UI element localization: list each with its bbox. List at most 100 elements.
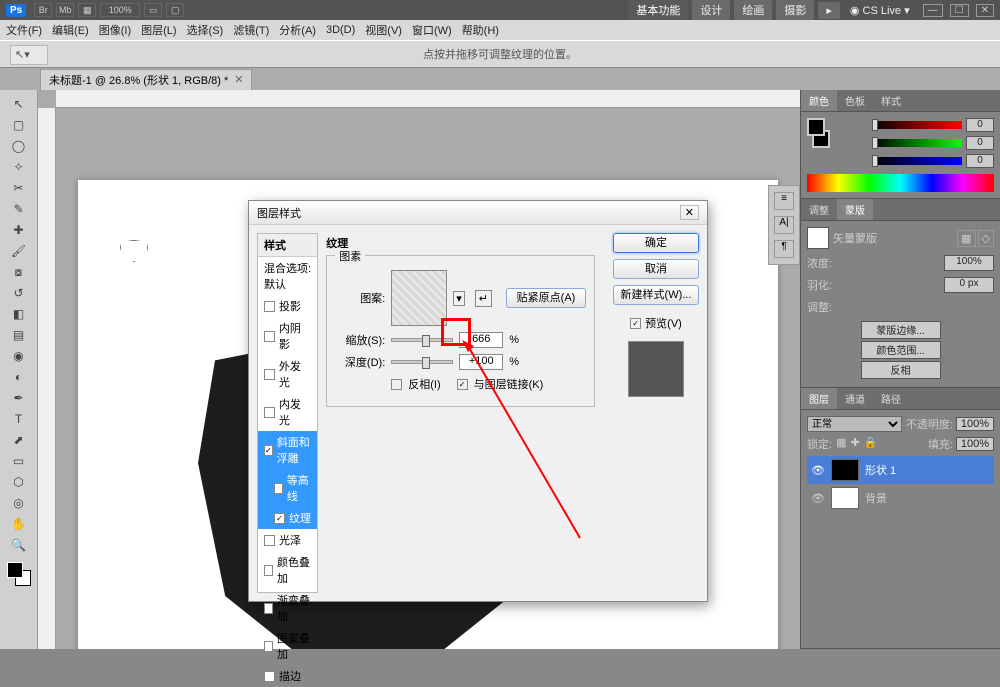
gradient-tool-icon[interactable]: ▤: [8, 325, 30, 345]
eyedropper-tool-icon[interactable]: ✎: [8, 199, 30, 219]
menu-layer[interactable]: 图层(L): [141, 22, 176, 38]
menu-help[interactable]: 帮助(H): [462, 22, 499, 38]
g-slider[interactable]: [872, 139, 962, 147]
dialog-close-icon[interactable]: ✕: [680, 205, 699, 220]
workspace-more[interactable]: ▸: [818, 2, 840, 19]
lock-pixels-icon[interactable]: ▦: [836, 436, 846, 452]
view-extras-icon[interactable]: ▦: [78, 3, 96, 17]
preview-checkbox[interactable]: ✓: [630, 318, 641, 329]
opacity-value[interactable]: 100%: [956, 417, 994, 431]
stamp-tool-icon[interactable]: ⧇: [8, 262, 30, 282]
tab-color[interactable]: 颜色: [801, 90, 837, 111]
menu-filter[interactable]: 滤镜(T): [233, 22, 269, 38]
history-brush-icon[interactable]: ↺: [8, 283, 30, 303]
style-drop-shadow[interactable]: 投影: [258, 295, 317, 317]
current-tool-indicator[interactable]: ↖▾: [10, 45, 48, 65]
b-slider[interactable]: [872, 157, 962, 165]
blur-tool-icon[interactable]: ◉: [8, 346, 30, 366]
depth-input[interactable]: +100: [459, 354, 503, 370]
style-stroke[interactable]: 描边: [258, 665, 317, 687]
cslive-button[interactable]: ◉ CS Live ▾: [850, 4, 910, 17]
tab-layers[interactable]: 图层: [801, 388, 837, 409]
layer-row-shape[interactable]: 👁 ◈ 形状 1: [807, 456, 994, 484]
style-texture[interactable]: 纹理: [258, 507, 317, 529]
type-tool-icon[interactable]: T: [8, 409, 30, 429]
lasso-tool-icon[interactable]: ◯: [8, 136, 30, 156]
workspace-photo[interactable]: 摄影: [776, 0, 814, 20]
pixel-mask-icon[interactable]: ▦: [957, 230, 975, 247]
style-outer-glow[interactable]: 外发光: [258, 355, 317, 393]
ok-button[interactable]: 确定: [613, 233, 699, 253]
link-checkbox[interactable]: ✓: [457, 379, 468, 390]
arrange-icon[interactable]: ▭: [144, 3, 162, 17]
pen-tool-icon[interactable]: ✒: [8, 388, 30, 408]
3d-camera-icon[interactable]: ◎: [8, 493, 30, 513]
menu-edit[interactable]: 编辑(E): [52, 22, 89, 38]
lock-position-icon[interactable]: ✚: [850, 436, 859, 452]
menu-image[interactable]: 图像(I): [99, 22, 131, 38]
menu-select[interactable]: 选择(S): [187, 22, 224, 38]
b-value[interactable]: 0: [966, 154, 994, 168]
style-inner-glow[interactable]: 内发光: [258, 393, 317, 431]
paragraph-icon[interactable]: ¶: [774, 240, 794, 258]
new-style-button[interactable]: 新建样式(W)...: [613, 285, 699, 305]
document-tab[interactable]: 未标题-1 @ 26.8% (形状 1, RGB/8) * ✕: [40, 69, 252, 90]
blend-mode-select[interactable]: 正常: [807, 416, 902, 432]
menu-window[interactable]: 窗口(W): [412, 22, 452, 38]
tab-style[interactable]: 样式: [873, 90, 909, 111]
tab-paths[interactable]: 路径: [873, 388, 909, 409]
shape-tool-icon[interactable]: ▭: [8, 451, 30, 471]
layer-row-background[interactable]: 👁 背景: [807, 484, 994, 512]
bridge-icon[interactable]: Br: [34, 3, 52, 17]
tab-swatch[interactable]: 色板: [837, 90, 873, 111]
color-range-button[interactable]: 颜色范围...: [861, 341, 941, 359]
3d-tool-icon[interactable]: ⬡: [8, 472, 30, 492]
heal-tool-icon[interactable]: ✚: [8, 220, 30, 240]
style-inner-shadow[interactable]: 内阴影: [258, 317, 317, 355]
style-pattern-overlay[interactable]: 图案叠加: [258, 627, 317, 665]
color-swatch-panel[interactable]: [807, 118, 830, 148]
brush-tool-icon[interactable]: 🖌: [8, 241, 30, 261]
window-max-icon[interactable]: ☐: [950, 4, 969, 17]
depth-slider[interactable]: [391, 360, 453, 364]
crop-tool-icon[interactable]: ✂: [8, 178, 30, 198]
r-slider[interactable]: [872, 121, 962, 129]
window-min-icon[interactable]: —: [923, 4, 943, 17]
menu-file[interactable]: 文件(F): [6, 22, 42, 38]
style-blend-options[interactable]: 混合选项:默认: [258, 257, 317, 295]
workspace-basic[interactable]: 基本功能: [628, 0, 688, 20]
r-value[interactable]: 0: [966, 118, 994, 132]
zoom-tool-icon[interactable]: 🔍: [8, 535, 30, 555]
history-icon[interactable]: ≡: [774, 192, 794, 210]
wand-tool-icon[interactable]: ✧: [8, 157, 30, 177]
snap-origin-button[interactable]: 贴紧原点(A): [506, 288, 586, 308]
visibility-icon[interactable]: 👁: [811, 492, 825, 505]
feather-value[interactable]: 0 px: [944, 277, 994, 293]
pattern-dropdown-icon[interactable]: ▾: [453, 291, 465, 306]
mini-bridge-icon[interactable]: Mb: [56, 3, 74, 17]
style-gradient-overlay[interactable]: 渐变叠加: [258, 589, 317, 627]
style-color-overlay[interactable]: 颜色叠加: [258, 551, 317, 589]
invert-button[interactable]: 反相: [861, 361, 941, 379]
spectrum-bar[interactable]: [807, 174, 994, 192]
workspace-draw[interactable]: 绘画: [734, 0, 772, 20]
vector-mask-icon[interactable]: ◇: [978, 230, 994, 247]
lock-all-icon[interactable]: 🔒: [864, 436, 878, 452]
menu-3d[interactable]: 3D(D): [326, 24, 355, 36]
menu-analysis[interactable]: 分析(A): [279, 22, 316, 38]
eraser-tool-icon[interactable]: ◧: [8, 304, 30, 324]
window-close-icon[interactable]: ✕: [976, 4, 994, 17]
close-tab-icon[interactable]: ✕: [234, 73, 243, 86]
path-select-icon[interactable]: ⬈: [8, 430, 30, 450]
zoom-level[interactable]: 100%: [100, 3, 140, 17]
menu-view[interactable]: 视图(V): [365, 22, 402, 38]
dodge-tool-icon[interactable]: ◐: [8, 367, 30, 387]
fill-value[interactable]: 100%: [956, 437, 994, 451]
g-value[interactable]: 0: [966, 136, 994, 150]
visibility-icon[interactable]: 👁: [811, 464, 825, 477]
mask-edge-button[interactable]: 蒙版边缘...: [861, 321, 941, 339]
pattern-preview[interactable]: [391, 270, 447, 326]
new-preset-icon[interactable]: ↵: [475, 290, 492, 307]
marquee-tool-icon[interactable]: ▢: [8, 115, 30, 135]
move-tool-icon[interactable]: ↖: [8, 94, 30, 114]
